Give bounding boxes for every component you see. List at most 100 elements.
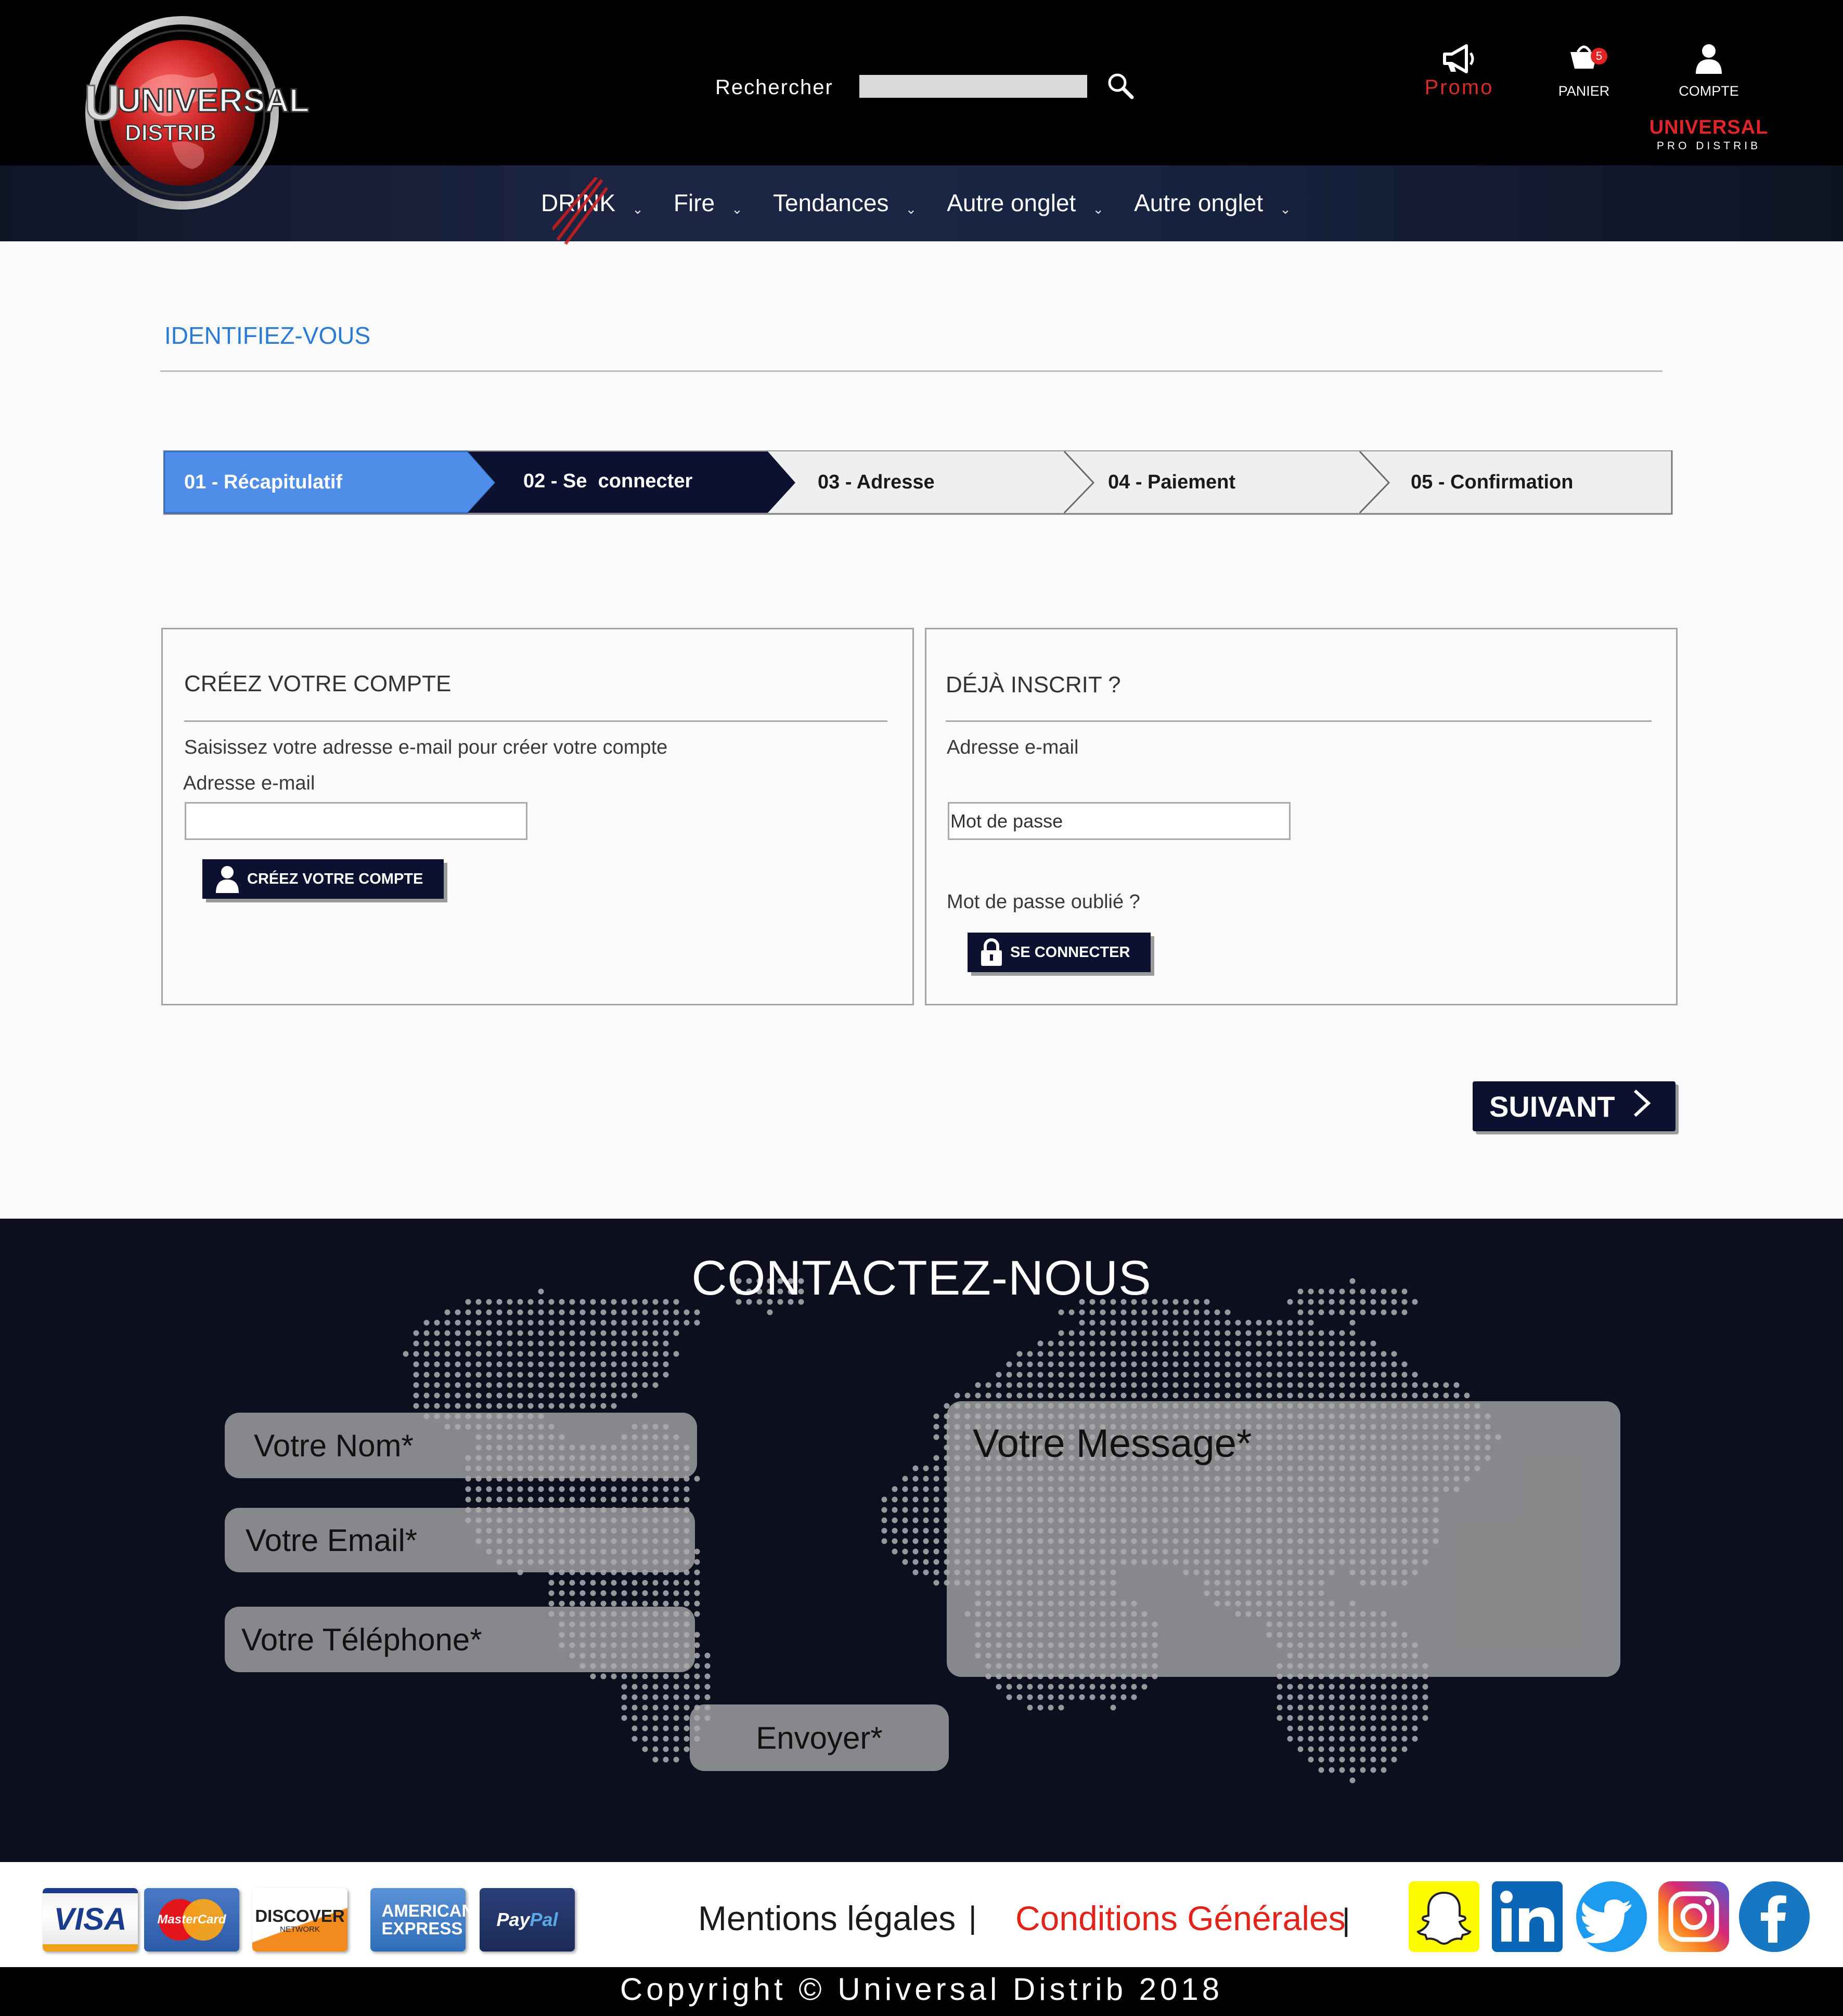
discover-label: DISCOVER (255, 1906, 345, 1925)
map-dot (403, 1351, 409, 1357)
step-1-label[interactable]: 01 - Récapitulatif (184, 471, 342, 494)
nav-item-drink[interactable]: DRINK ⌄ (541, 176, 643, 245)
snapchat-icon[interactable] (1409, 1881, 1479, 1952)
map-dot (1037, 1372, 1043, 1378)
map-dot (1308, 1736, 1314, 1742)
map-dot (902, 1559, 908, 1565)
nav-item-autre-onglet-2[interactable]: Autre onglet ⌄ (1134, 189, 1291, 217)
map-dot (1110, 1684, 1116, 1690)
universal-distrib-logo[interactable]: U UNIVERSAL DISTRIB (78, 13, 317, 213)
map-dot (1339, 1361, 1345, 1367)
phone-field[interactable]: Votre Téléphone* (225, 1607, 695, 1672)
map-dot (933, 1476, 939, 1482)
map-dot (631, 1580, 638, 1586)
promo-button[interactable]: Promo (1415, 43, 1503, 99)
map-dot (1381, 1361, 1387, 1367)
map-dot (590, 1340, 596, 1347)
map-dot (673, 1673, 679, 1679)
create-account-title: CRÉEZ VOTRE COMPTE (184, 671, 452, 696)
promo-label: Promo (1424, 76, 1494, 99)
universal-pro-distrib-brand[interactable]: UNIVERSAL PRO DISTRIB (1644, 117, 1774, 152)
map-dot (1412, 1694, 1418, 1700)
map-dot (642, 1330, 648, 1336)
map-dot (1308, 1684, 1314, 1690)
map-dot (538, 1320, 544, 1326)
forgot-password-link[interactable]: Mot de passe oublié ? (947, 891, 1140, 913)
map-dot (413, 1340, 419, 1347)
facebook-icon[interactable] (1739, 1881, 1810, 1952)
map-dot (600, 1673, 607, 1679)
paypal-label-part-2: Pal (530, 1909, 558, 1930)
create-account-button[interactable]: CRÉEZ VOTRE COMPTE (202, 859, 444, 899)
send-button[interactable]: Envoyer* (690, 1704, 949, 1771)
map-dot (1245, 1320, 1252, 1326)
map-dot (684, 1600, 690, 1607)
map-dot (1360, 1392, 1366, 1399)
map-dot (1391, 1725, 1397, 1731)
map-dot (486, 1320, 492, 1326)
map-dot (1193, 1372, 1200, 1378)
map-dot (1339, 1330, 1345, 1336)
nav-item-fire[interactable]: Fire ⌄ (674, 189, 743, 217)
create-email-field[interactable] (185, 802, 527, 840)
map-dot (652, 1496, 659, 1503)
message-field[interactable]: Votre Message* (947, 1401, 1620, 1677)
search-icon[interactable] (1105, 70, 1136, 101)
search-input[interactable] (859, 75, 1087, 98)
nav-item-autre-onglet-1[interactable]: Autre onglet ⌄ (947, 189, 1104, 217)
name-field[interactable]: Votre Nom* (225, 1413, 697, 1478)
map-dot (912, 1476, 919, 1482)
map-dot (621, 1392, 627, 1399)
legal-notice-link[interactable]: Mentions légales (698, 1898, 956, 1938)
map-dot (413, 1382, 419, 1388)
login-button[interactable]: SE CONNECTER (968, 933, 1151, 972)
step-4-label[interactable]: 04 - Paiement (1108, 471, 1235, 494)
map-dot (1339, 1309, 1345, 1315)
map-dot (1214, 1382, 1220, 1388)
map-dot (1079, 1330, 1085, 1336)
map-dot (1277, 1361, 1283, 1367)
password-field[interactable] (948, 802, 1291, 840)
map-dot (881, 1528, 887, 1534)
message-placeholder: Votre Message* (973, 1421, 1252, 1466)
nav-item-tendances[interactable]: Tendances ⌄ (773, 189, 917, 217)
map-dot (684, 1684, 690, 1690)
map-dot (694, 1673, 700, 1679)
map-dot (1089, 1351, 1096, 1357)
cart-icon: 5 (1550, 43, 1618, 75)
map-dot (1048, 1340, 1054, 1347)
map-dot (569, 1372, 575, 1378)
map-dot (579, 1600, 586, 1607)
map-dot (684, 1309, 690, 1315)
map-dot (1391, 1392, 1397, 1399)
map-dot (590, 1330, 596, 1336)
map-dot (1225, 1351, 1231, 1357)
account-button[interactable]: COMPTE (1670, 43, 1748, 99)
map-dot (1318, 1361, 1324, 1367)
map-dot (538, 1351, 544, 1357)
map-dot (1349, 1746, 1356, 1752)
instagram-icon[interactable] (1658, 1881, 1729, 1952)
map-dot (1141, 1392, 1148, 1399)
map-dot (1308, 1382, 1314, 1388)
divider (184, 720, 887, 722)
map-dot (663, 1756, 669, 1763)
map-dot (1308, 1340, 1314, 1347)
step-3-label[interactable]: 03 - Adresse (818, 471, 935, 494)
cart-button[interactable]: 5 PANIER (1550, 43, 1618, 99)
linkedin-icon[interactable] (1492, 1881, 1563, 1952)
map-dot (684, 1580, 690, 1586)
map-dot (621, 1580, 627, 1586)
step-5-label[interactable]: 05 - Confirmation (1411, 471, 1573, 494)
next-button[interactable]: SUIVANT (1473, 1081, 1676, 1131)
terms-link[interactable]: Conditions Générales (1015, 1898, 1346, 1938)
map-dot (1214, 1340, 1220, 1347)
step-2-label[interactable]: 02 - Se connecter (523, 470, 692, 493)
map-dot (652, 1736, 659, 1742)
map-dot (642, 1340, 648, 1347)
map-dot (694, 1320, 700, 1326)
email-field[interactable]: Votre Email* (225, 1508, 695, 1572)
map-dot (673, 1746, 679, 1752)
map-dot (631, 1600, 638, 1607)
twitter-icon[interactable] (1576, 1881, 1647, 1952)
